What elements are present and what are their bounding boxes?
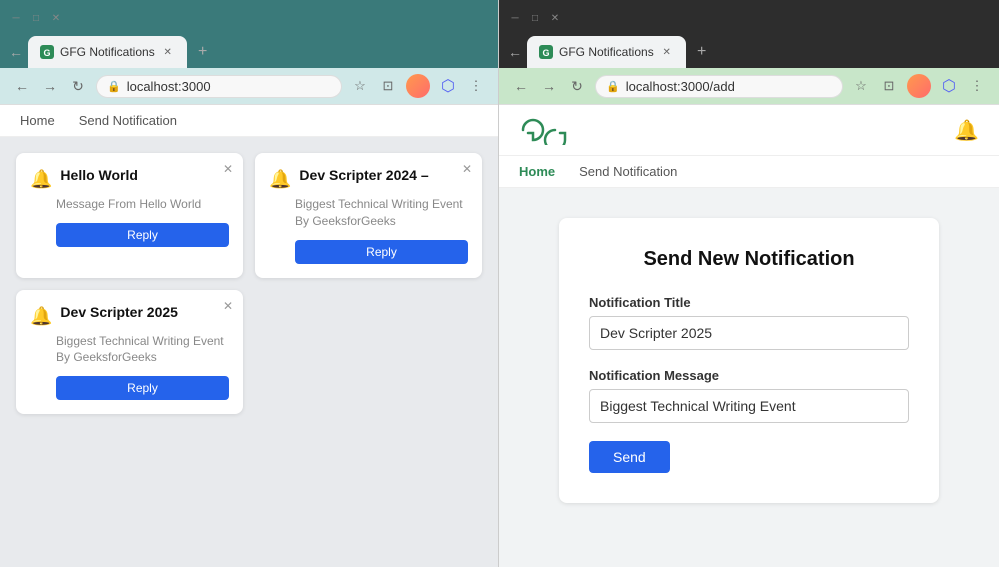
tab-bar-right: ← G GFG Notifications ✕ + xyxy=(499,36,999,68)
bookmark-icon-right[interactable]: ☆ xyxy=(851,76,871,96)
notification-card-1: 🔔 Hello World ✕ Message From Hello World… xyxy=(16,153,243,278)
nav-send-left[interactable]: Send Notification xyxy=(79,113,177,128)
forward-button-left[interactable]: → xyxy=(40,76,60,96)
extensions-icon-left[interactable]: ⬡ xyxy=(438,76,458,96)
card-header-1: 🔔 Hello World xyxy=(30,167,229,190)
reload-button-right[interactable]: ↻ xyxy=(567,76,587,96)
nav-send-right[interactable]: Send Notification xyxy=(579,164,677,179)
extensions-icon-right[interactable]: ⬡ xyxy=(939,76,959,96)
app-nav-right: Home Send Notification xyxy=(499,156,999,188)
page-content-left: 🔔 Hello World ✕ Message From Hello World… xyxy=(0,137,498,567)
nav-home-left[interactable]: Home xyxy=(20,113,55,128)
reply-button-3[interactable]: Reply xyxy=(56,376,229,400)
active-tab-right[interactable]: G GFG Notifications ✕ xyxy=(527,36,686,68)
back-button-left[interactable]: ← xyxy=(12,76,32,96)
browser-window-right: ─ □ ✕ ← G GFG Notifications ✕ + ← → ↻ 🔒 … xyxy=(499,0,999,567)
card-header-3: 🔔 Dev Scripter 2025 xyxy=(30,304,229,327)
titlebar-left: ─ □ ✕ xyxy=(0,0,498,36)
tab-favicon-right: G xyxy=(539,45,553,59)
app-nav-left: Home Send Notification xyxy=(0,105,498,137)
tab-title-right: GFG Notifications xyxy=(559,45,654,59)
forward-button-right[interactable]: → xyxy=(539,76,559,96)
bell-icon-3: 🔔 xyxy=(30,306,52,327)
url-lock-left: 🔒 xyxy=(107,80,121,93)
minimize-icon-left[interactable]: ─ xyxy=(8,10,24,26)
close-icon-left[interactable]: ✕ xyxy=(48,10,64,26)
reload-button-left[interactable]: ↻ xyxy=(68,76,88,96)
browser-window-left: ─ □ ✕ ← G GFG Notifications ✕ + ← → ↻ 🔒 … xyxy=(0,0,499,567)
window-controls-left: ─ □ ✕ xyxy=(8,10,64,26)
app-header-right: 🔔 xyxy=(499,105,999,156)
new-tab-right[interactable]: + xyxy=(690,40,714,64)
title-form-group: Notification Title xyxy=(589,295,909,350)
reply-button-2[interactable]: Reply xyxy=(295,240,468,264)
url-box-right[interactable]: 🔒 localhost:3000/add xyxy=(595,75,843,98)
maximize-icon-left[interactable]: □ xyxy=(28,10,44,26)
notification-card-2: 🔔 Dev Scripter 2024 – ✕ Biggest Technica… xyxy=(255,153,482,278)
tab-close-left[interactable]: ✕ xyxy=(161,45,175,59)
message-input[interactable] xyxy=(589,389,909,423)
card-close-1[interactable]: ✕ xyxy=(223,163,233,175)
active-tab-left[interactable]: G GFG Notifications ✕ xyxy=(28,36,187,68)
svg-text:G: G xyxy=(43,48,50,58)
card-close-3[interactable]: ✕ xyxy=(223,300,233,312)
nav-home-right[interactable]: Home xyxy=(519,164,555,179)
svg-text:G: G xyxy=(542,48,549,58)
bell-icon-2: 🔔 xyxy=(269,169,291,190)
card-title-1: Hello World xyxy=(60,167,229,183)
browser-menu-right[interactable]: ⋮ xyxy=(967,76,987,96)
notification-card-3: 🔔 Dev Scripter 2025 ✕ Biggest Technical … xyxy=(16,290,243,415)
send-notification-card: Send New Notification Notification Title… xyxy=(559,218,939,503)
card-message-2: Biggest Technical Writing Event By Geeks… xyxy=(269,196,468,230)
url-box-left[interactable]: 🔒 localhost:3000 xyxy=(96,75,342,98)
title-input[interactable] xyxy=(589,316,909,350)
gfg-logo xyxy=(519,115,579,145)
card-title-3: Dev Scripter 2025 xyxy=(60,304,229,320)
card-title-2: Dev Scripter 2024 – xyxy=(299,167,468,183)
card-header-2: 🔔 Dev Scripter 2024 – xyxy=(269,167,468,190)
page-content-right: Send New Notification Notification Title… xyxy=(499,188,999,567)
minimize-icon-right[interactable]: ─ xyxy=(507,10,523,26)
card-close-2[interactable]: ✕ xyxy=(462,163,472,175)
tab-bar-left: ← G GFG Notifications ✕ + xyxy=(0,36,498,68)
cast-icon-left[interactable]: ⊡ xyxy=(378,76,398,96)
reply-button-1[interactable]: Reply xyxy=(56,223,229,247)
message-form-group: Notification Message xyxy=(589,368,909,423)
profile-avatar-left[interactable] xyxy=(406,74,430,98)
profile-avatar-right[interactable] xyxy=(907,74,931,98)
back-button-right[interactable]: ← xyxy=(511,76,531,96)
send-button[interactable]: Send xyxy=(589,441,670,473)
cast-icon-right[interactable]: ⊡ xyxy=(879,76,899,96)
address-bar-right: ← → ↻ 🔒 localhost:3000/add ☆ ⊡ ⬡ ⋮ xyxy=(499,68,999,105)
url-lock-right: 🔒 xyxy=(606,80,620,93)
url-text-right: localhost:3000/add xyxy=(626,79,735,94)
header-bell-icon[interactable]: 🔔 xyxy=(954,118,979,143)
maximize-icon-right[interactable]: □ xyxy=(527,10,543,26)
title-label: Notification Title xyxy=(589,295,909,310)
window-controls-right: ─ □ ✕ xyxy=(507,10,563,26)
tab-close-right[interactable]: ✕ xyxy=(660,45,674,59)
browser-menu-left[interactable]: ⋮ xyxy=(466,76,486,96)
back-icon-right[interactable]: ← xyxy=(507,44,523,60)
new-tab-left[interactable]: + xyxy=(191,40,215,64)
send-notification-title: Send New Notification xyxy=(589,248,909,271)
back-icon-left[interactable]: ← xyxy=(8,44,24,60)
tab-favicon-left: G xyxy=(40,45,54,59)
card-message-1: Message From Hello World xyxy=(30,196,229,213)
message-label: Notification Message xyxy=(589,368,909,383)
card-message-3: Biggest Technical Writing Event By Geeks… xyxy=(30,333,229,367)
close-icon-right[interactable]: ✕ xyxy=(547,10,563,26)
address-bar-left: ← → ↻ 🔒 localhost:3000 ☆ ⊡ ⬡ ⋮ xyxy=(0,68,498,105)
url-text-left: localhost:3000 xyxy=(127,79,211,94)
logo-svg xyxy=(519,115,579,145)
bell-icon-1: 🔔 xyxy=(30,169,52,190)
bookmark-icon-left[interactable]: ☆ xyxy=(350,76,370,96)
tab-title-left: GFG Notifications xyxy=(60,45,155,59)
titlebar-right: ─ □ ✕ xyxy=(499,0,999,36)
